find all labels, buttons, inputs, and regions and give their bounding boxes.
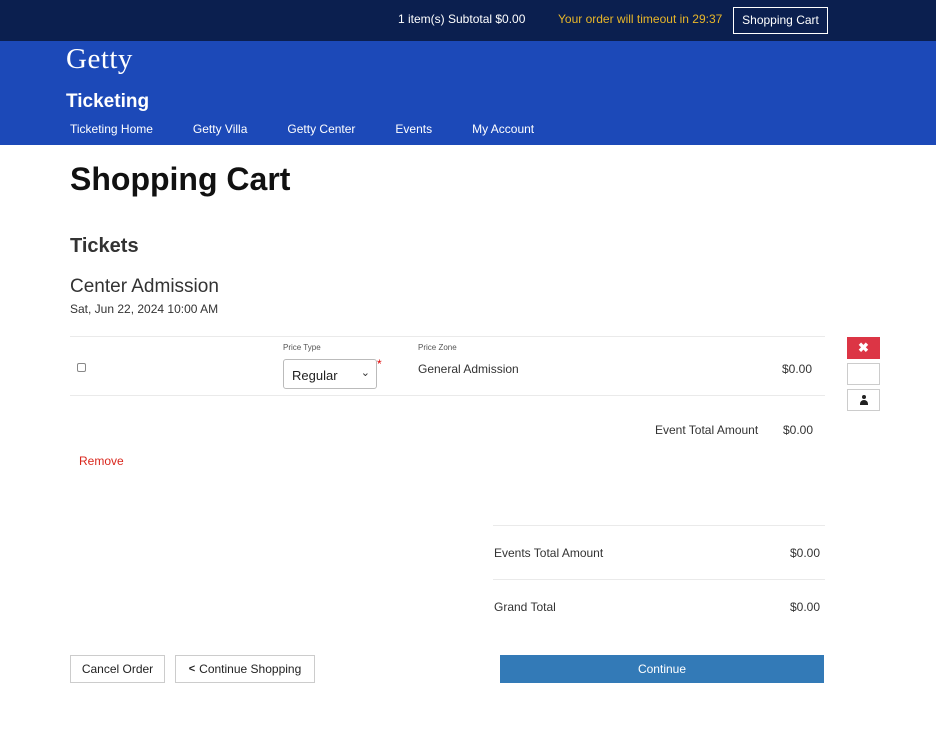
continue-button[interactable]: Continue	[500, 655, 824, 683]
blank-action-button[interactable]	[847, 363, 880, 385]
cart-summary: 1 item(s) Subtotal $0.00	[398, 12, 526, 26]
ticket-price: $0.00	[782, 362, 813, 376]
nav-item-getty-villa[interactable]: Getty Villa	[193, 122, 247, 136]
event-name: Center Admission	[70, 276, 219, 297]
required-marker: *	[377, 357, 382, 371]
assign-patron-button[interactable]	[847, 389, 880, 411]
remove-link[interactable]: Remove	[79, 454, 124, 468]
getty-logo[interactable]: Getty	[66, 43, 133, 76]
continue-shopping-label: Continue Shopping	[199, 662, 302, 676]
continue-label: Continue	[637, 662, 687, 676]
row-divider-bottom	[70, 395, 825, 396]
ticket-select-checkbox[interactable]	[77, 363, 86, 372]
grand-total-value: $0.00	[790, 600, 821, 614]
price-type-select[interactable]: Regular ⌄	[283, 359, 377, 389]
nav-item-events[interactable]: Events	[395, 122, 432, 136]
events-total-value: $0.00	[790, 546, 821, 560]
nav-item-getty-center[interactable]: Getty Center	[287, 122, 355, 136]
page-title: Shopping Cart	[70, 161, 291, 197]
row-divider-top	[70, 336, 825, 337]
chevron-left-icon: <	[188, 663, 196, 675]
user-icon	[859, 395, 869, 405]
top-utility-bar: 1 item(s) Subtotal $0.00 Your order will…	[0, 0, 936, 41]
summary-divider-1	[493, 525, 825, 526]
event-total-label: Event Total Amount	[655, 423, 759, 437]
nav-item-ticketing-home[interactable]: Ticketing Home	[70, 122, 153, 136]
section-title-tickets: Tickets	[70, 235, 139, 257]
price-zone-value: General Admission	[418, 362, 519, 376]
events-total-label: Events Total Amount	[494, 546, 604, 560]
cancel-order-button[interactable]: Cancel Order	[70, 655, 165, 683]
site-name[interactable]: Ticketing	[66, 91, 149, 113]
nav-item-my-account[interactable]: My Account	[472, 122, 534, 136]
event-total-value: $0.00	[783, 423, 814, 437]
price-type-label: Price Type	[283, 343, 321, 352]
close-icon: ✖	[858, 340, 869, 355]
site-header: Getty Ticketing Ticketing Home Getty Vil…	[0, 41, 936, 145]
shopping-cart-button[interactable]: Shopping Cart	[733, 7, 828, 34]
grand-total-label: Grand Total	[494, 600, 556, 614]
summary-divider-2	[493, 579, 825, 580]
chevron-down-icon: ⌄	[360, 367, 370, 379]
event-date: Sat, Jun 22, 2024 10:00 AM	[70, 302, 219, 316]
price-zone-label: Price Zone	[418, 343, 457, 352]
main-nav: Ticketing Home Getty Villa Getty Center …	[70, 122, 574, 136]
order-timeout: Your order will timeout in 29:37	[558, 12, 723, 26]
cancel-order-label: Cancel Order	[81, 662, 154, 676]
price-type-selected: Regular	[292, 368, 338, 383]
remove-ticket-button[interactable]: ✖	[847, 337, 880, 359]
continue-shopping-button[interactable]: < Continue Shopping	[175, 655, 315, 683]
